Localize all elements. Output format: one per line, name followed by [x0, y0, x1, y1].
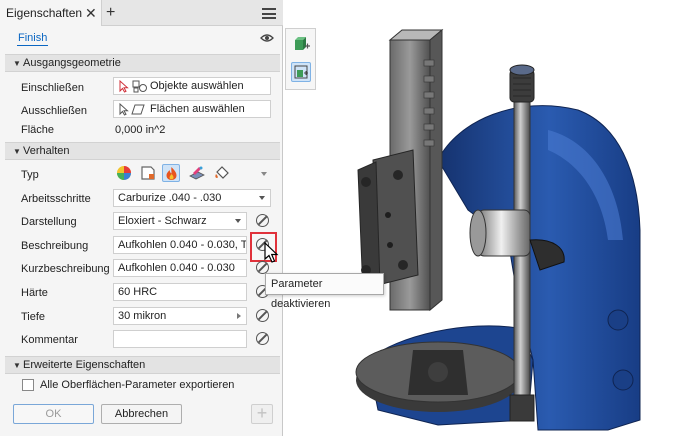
- kommentar-input[interactable]: [113, 330, 247, 348]
- finish-row: Finish: [0, 28, 283, 50]
- disable-parameter-icon[interactable]: [256, 309, 269, 322]
- press-base-plate: [355, 341, 521, 412]
- expand-arrow-icon[interactable]: [237, 313, 241, 319]
- appearance-active-button[interactable]: [291, 62, 311, 82]
- ok-button[interactable]: OK: [13, 404, 94, 424]
- add-button[interactable]: +: [251, 404, 273, 424]
- properties-panel: Eigenschaften ✕ + Finish ▼ Ausgangsgeomet…: [0, 0, 283, 436]
- section-ausgangsgeometrie[interactable]: ▼ Ausgangsgeometrie: [5, 54, 280, 72]
- mini-toolbar: [285, 28, 316, 90]
- section-title: Ausgangsgeometrie: [23, 57, 121, 69]
- section-erweiterte-eigenschaften[interactable]: ▼ Erweiterte Eigenschaften: [5, 356, 280, 374]
- kurzbeschreibung-label: Kurzbeschreibung: [21, 263, 110, 275]
- tab-eigenschaften[interactable]: Eigenschaften ✕: [0, 0, 102, 26]
- disable-parameter-icon[interactable]: [256, 332, 269, 345]
- ausschliessen-label: Ausschließen: [21, 105, 88, 117]
- typ-label: Typ: [21, 169, 39, 181]
- darstellung-label: Darstellung: [21, 216, 77, 228]
- plus-icon[interactable]: +: [106, 0, 115, 26]
- section-title: Verhalten: [23, 145, 70, 157]
- tiefe-value: 30 mikron: [118, 310, 167, 322]
- panel-tabbar: Eigenschaften ✕ +: [0, 0, 283, 26]
- tiefe-input[interactable]: 30 mikron: [113, 307, 247, 325]
- flaeche-label: Fläche: [21, 124, 55, 136]
- ausschliessen-value: Flächen auswählen: [150, 103, 245, 115]
- eye-icon[interactable]: [260, 33, 274, 43]
- gearbox-plate: [357, 149, 419, 293]
- beschreibung-value: Aufkohlen 0.040 - 0.030, Tem: [118, 239, 247, 251]
- haerte-label: Härte: [21, 287, 48, 299]
- coating-icon[interactable]: [213, 164, 231, 182]
- appearance-edit-icon: [294, 65, 308, 79]
- plunger-end: [509, 394, 535, 422]
- surface-texture-icon[interactable]: [188, 164, 206, 182]
- face-select-icon: [131, 104, 145, 115]
- kurzbeschreibung-input[interactable]: Aufkohlen 0.040 - 0.030: [113, 259, 247, 277]
- einschliessen-select-field[interactable]: Objekte auswählen: [113, 77, 271, 95]
- flaeche-value: 0,000 in^2: [115, 124, 166, 136]
- arbeitsschritte-select[interactable]: Carburize .040 - .030: [113, 189, 271, 207]
- section-title: Erweiterte Eigenschaften: [23, 359, 146, 371]
- model-viewport[interactable]: [318, 0, 679, 436]
- darstellung-value: Eloxiert - Schwarz: [118, 215, 207, 227]
- close-icon[interactable]: ✕: [85, 0, 97, 26]
- objects-icon: [132, 80, 147, 93]
- disable-parameter-icon[interactable]: [256, 214, 269, 227]
- kurzbeschreibung-value: Aufkohlen 0.040 - 0.030: [118, 262, 235, 274]
- ausschliessen-select-field[interactable]: Flächen auswählen: [113, 100, 271, 118]
- haerte-input[interactable]: 60 HRC: [113, 283, 247, 301]
- haerte-value: 60 HRC: [118, 286, 158, 298]
- chevron-down-icon: [235, 219, 241, 223]
- mouse-cursor-icon: [264, 242, 279, 263]
- collapse-arrow-icon: ▼: [13, 147, 21, 156]
- cursor-select-icon: [119, 80, 129, 93]
- beschreibung-label: Beschreibung: [21, 240, 89, 252]
- export-parameters-label: Alle Oberflächen-Parameter exportieren: [40, 379, 235, 391]
- arbeitsschritte-label: Arbeitsschritte: [21, 193, 91, 205]
- menu-icon[interactable]: [262, 8, 276, 19]
- tooltip: Parameter deaktivieren: [265, 273, 384, 310]
- einschliessen-value: Objekte auswählen: [150, 80, 244, 92]
- kommentar-label: Kommentar: [21, 334, 78, 346]
- beschreibung-input[interactable]: Aufkohlen 0.040 - 0.030, Tem: [113, 236, 247, 254]
- collapse-arrow-icon: ▼: [13, 361, 21, 370]
- section-verhalten[interactable]: ▼ Verhalten: [5, 142, 280, 160]
- typ-dropdown-caret-icon[interactable]: [261, 172, 267, 176]
- paint-icon[interactable]: [139, 164, 157, 182]
- chevron-down-icon: [259, 196, 265, 200]
- color-wheel-icon[interactable]: [115, 164, 133, 182]
- heat-treatment-icon[interactable]: [162, 164, 180, 182]
- finish-label[interactable]: Finish: [17, 31, 49, 46]
- einschliessen-label: Einschließen: [21, 82, 84, 94]
- cursor-select-icon: [119, 103, 129, 116]
- tiefe-label: Tiefe: [21, 311, 46, 323]
- darstellung-select[interactable]: Eloxiert - Schwarz: [113, 212, 247, 230]
- arbeitsschritte-value: Carburize .040 - .030: [118, 192, 222, 204]
- tab-title: Eigenschaften: [6, 6, 83, 20]
- appearance-add-icon[interactable]: [291, 34, 311, 54]
- collapse-arrow-icon: ▼: [13, 59, 21, 68]
- cancel-button[interactable]: Abbrechen: [101, 404, 182, 424]
- export-parameters-checkbox[interactable]: [22, 379, 34, 391]
